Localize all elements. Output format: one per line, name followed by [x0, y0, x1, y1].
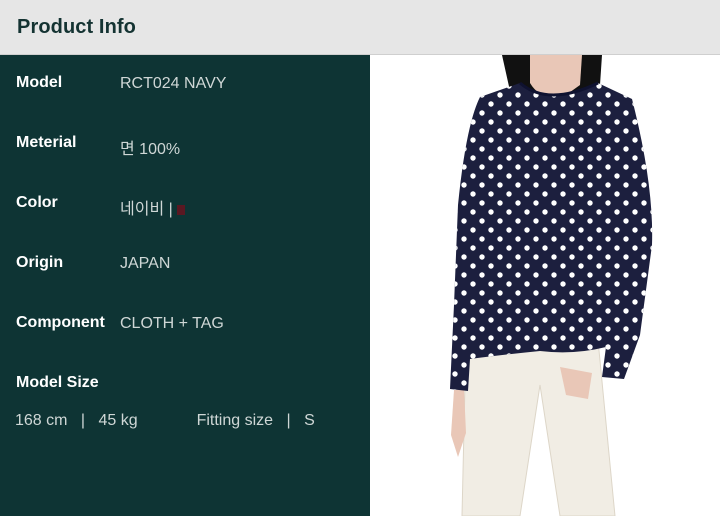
model-size-label: Model Size: [16, 374, 99, 391]
fitting-size-value: S: [304, 412, 315, 429]
polka-dot-shirt: [450, 81, 653, 391]
model-value: RCT024 NAVY: [120, 75, 227, 92]
model-height: 168 cm: [15, 412, 68, 429]
info-row-material: Meterial 면 100%: [0, 134, 370, 158]
product-info-panel: Model RCT024 NAVY Meterial 면 100% Color …: [0, 55, 370, 516]
model-weight: 45 kg: [98, 412, 138, 429]
product-info-header: Product Info: [0, 0, 720, 55]
pants: [462, 340, 615, 516]
info-row-model-size: Model Size: [0, 374, 370, 398]
product-photo: [370, 55, 720, 516]
origin-label: Origin: [16, 254, 64, 271]
material-value: 면 100%: [120, 141, 181, 158]
info-row-origin: Origin JAPAN: [0, 254, 370, 278]
size-divider: |: [80, 412, 86, 429]
component-label: Component: [16, 314, 105, 331]
color-value-wrap: 네이비 |: [120, 195, 185, 219]
header-title: Product Info: [17, 16, 136, 38]
model-illustration: [450, 55, 653, 516]
model-label: Model: [16, 74, 63, 91]
info-row-color: Color 네이비 |: [0, 194, 370, 218]
model-size-line: 168 cm | 45 kg Fitting size | S: [15, 412, 315, 430]
color-label: Color: [16, 194, 58, 211]
color-value: 네이비 |: [120, 201, 173, 218]
component-value: CLOTH + TAG: [120, 315, 224, 332]
origin-value: JAPAN: [120, 255, 171, 272]
fitting-size-label: Fitting size: [196, 412, 274, 429]
fitting-divider: |: [286, 412, 291, 429]
info-row-model: Model RCT024 NAVY: [0, 74, 370, 98]
material-label: Meterial: [16, 134, 77, 151]
info-row-component: Component CLOTH + TAG: [0, 314, 370, 338]
color-swatch: [176, 205, 185, 215]
